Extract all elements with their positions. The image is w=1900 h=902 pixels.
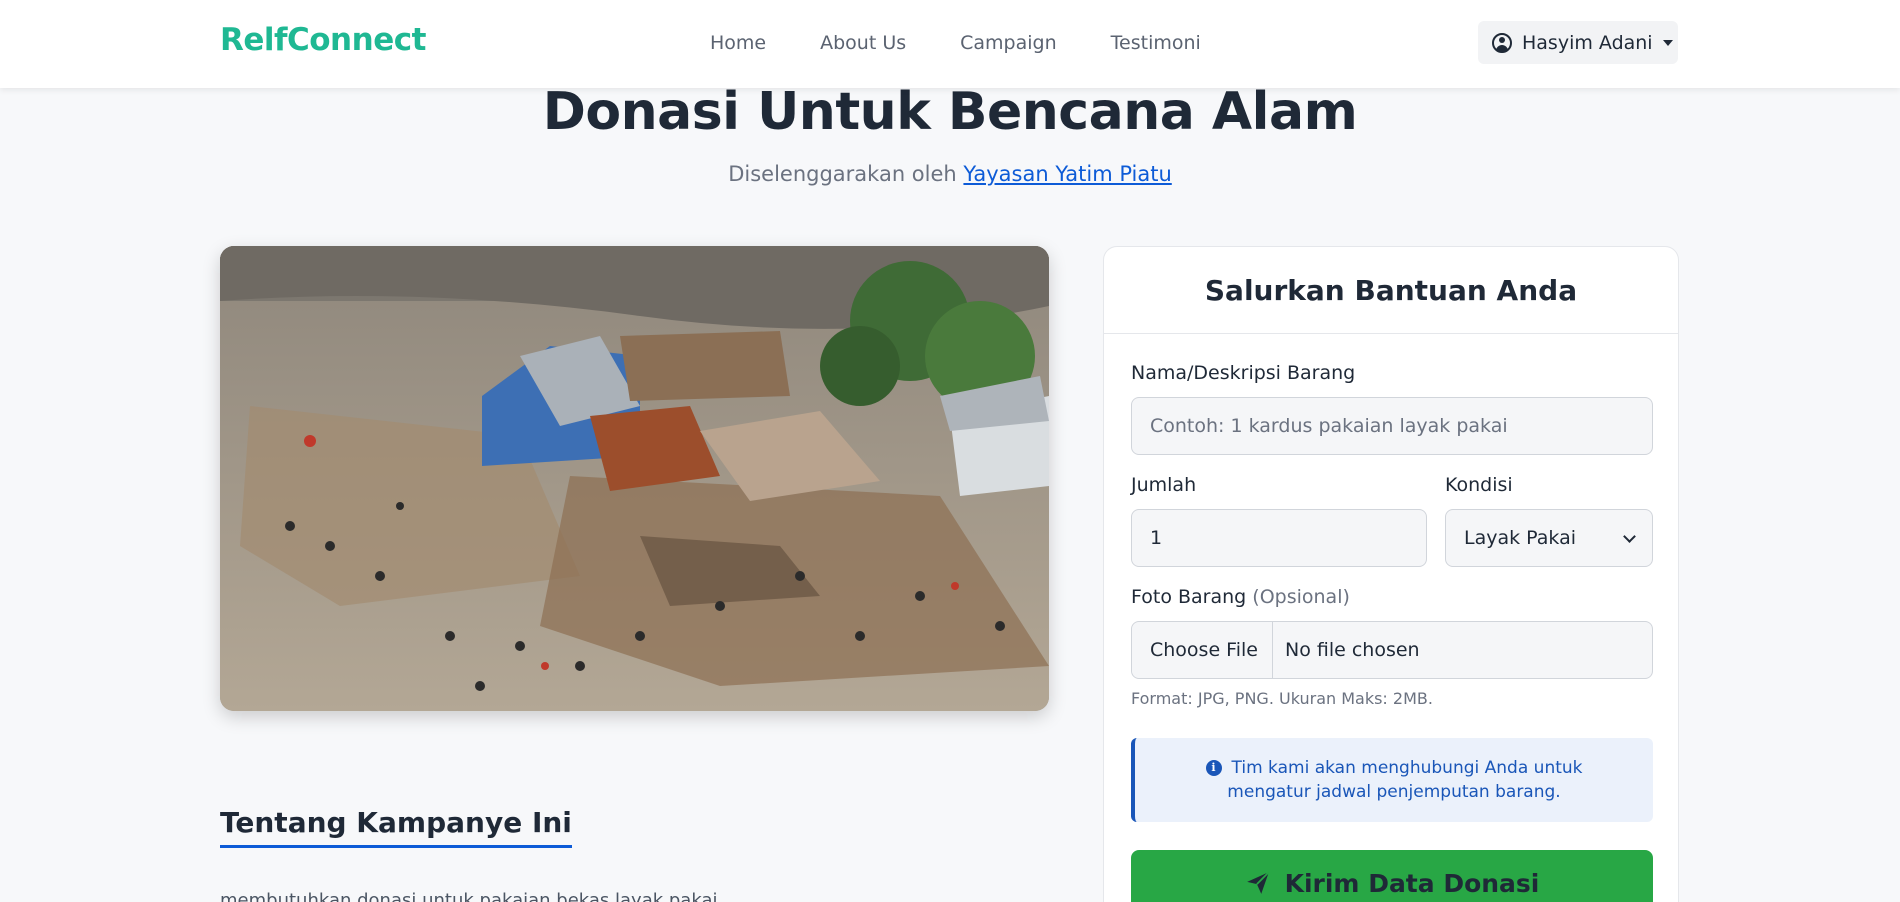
user-menu-dropdown[interactable]: Hasyim Adani bbox=[1478, 21, 1678, 64]
nav-links: Home About Us Campaign Testimoni bbox=[710, 32, 1255, 54]
condition-label: Kondisi bbox=[1445, 474, 1513, 496]
submit-label: Kirim Data Donasi bbox=[1284, 868, 1540, 898]
campaign-subtitle: Diselenggarakan oleh Yayasan Yatim Piatu bbox=[0, 162, 1900, 186]
about-section-title: Tentang Kampanye Ini bbox=[220, 806, 572, 848]
nav-link-home[interactable]: Home bbox=[710, 32, 766, 54]
photo-file-input[interactable]: Choose File No file chosen bbox=[1131, 621, 1653, 679]
card-header: Salurkan Bantuan Anda bbox=[1104, 247, 1678, 334]
chevron-down-icon bbox=[1623, 530, 1636, 543]
info-icon: i bbox=[1205, 760, 1222, 776]
subtitle-prefix: Diselenggarakan oleh bbox=[728, 162, 957, 186]
user-name: Hasyim Adani bbox=[1522, 31, 1653, 54]
campaign-image bbox=[220, 246, 1049, 711]
item-description-input[interactable]: Contoh: 1 kardus pakaian layak pakai bbox=[1131, 397, 1653, 455]
info-text-wrap: i Tim kami akan menghubungi Anda untuk me… bbox=[1165, 756, 1623, 804]
photo-label-text: Foto Barang bbox=[1131, 586, 1247, 608]
item-label: Nama/Deskripsi Barang bbox=[1131, 362, 1356, 384]
pickup-info-alert: i Tim kami akan menghubungi Anda untuk me… bbox=[1131, 738, 1653, 822]
photo-optional-text: (Opsional) bbox=[1252, 586, 1350, 608]
condition-select[interactable]: Layak Pakai bbox=[1445, 509, 1653, 567]
quantity-value: 1 bbox=[1150, 527, 1163, 549]
organizer-link[interactable]: Yayasan Yatim Piatu bbox=[963, 162, 1171, 186]
file-format-hint: Format: JPG, PNG. Ukuran Maks: 2MB. bbox=[1131, 689, 1433, 708]
condition-value: Layak Pakai bbox=[1464, 527, 1576, 549]
brand-logo[interactable]: RelfConnect bbox=[220, 22, 426, 58]
nav-link-about-us[interactable]: About Us bbox=[820, 32, 906, 54]
campaign-description: membutuhkan donasi untuk pakaian bekas l… bbox=[220, 890, 718, 902]
submit-donation-button[interactable]: Kirim Data Donasi bbox=[1131, 850, 1653, 902]
item-placeholder: Contoh: 1 kardus pakaian layak pakai bbox=[1150, 415, 1508, 437]
file-status: No file chosen bbox=[1284, 639, 1420, 661]
photo-label: Foto Barang (Opsional) bbox=[1131, 586, 1350, 608]
navbar: RelfConnect Home About Us Campaign Testi… bbox=[0, 0, 1900, 88]
send-icon bbox=[1246, 871, 1270, 894]
quantity-label: Jumlah bbox=[1131, 474, 1197, 496]
nav-link-testimoni[interactable]: Testimoni bbox=[1111, 32, 1201, 54]
user-circle-icon bbox=[1492, 32, 1512, 53]
caret-down-icon bbox=[1662, 39, 1673, 46]
info-text: Tim kami akan menghubungi Anda untuk men… bbox=[1227, 758, 1583, 802]
nav-link-campaign[interactable]: Campaign bbox=[960, 32, 1057, 54]
choose-file-button[interactable]: Choose File bbox=[1132, 622, 1273, 678]
form-title: Salurkan Bantuan Anda bbox=[1204, 273, 1578, 307]
quantity-input[interactable]: 1 bbox=[1131, 509, 1427, 567]
page-title: Donasi Untuk Bencana Alam bbox=[542, 82, 1358, 142]
donation-form-card: Salurkan Bantuan Anda Nama/Deskripsi Bar… bbox=[1103, 246, 1679, 902]
